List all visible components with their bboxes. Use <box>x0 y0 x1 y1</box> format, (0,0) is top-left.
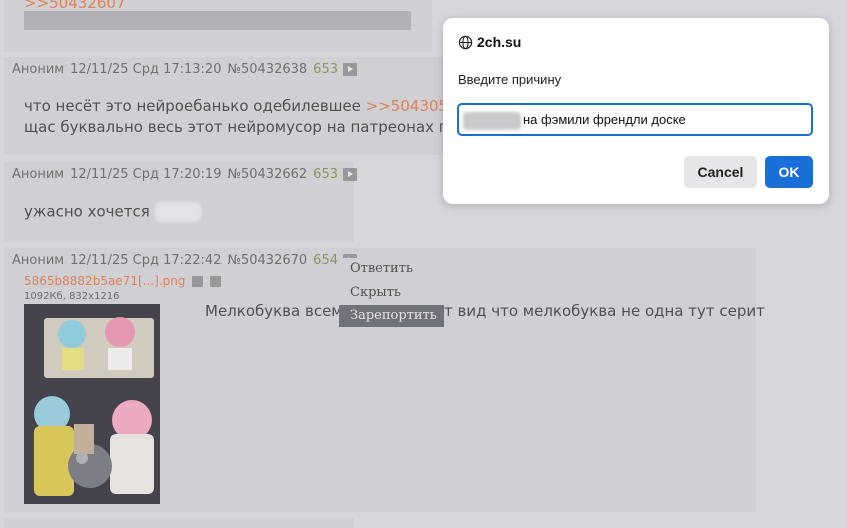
reason-input-value: на фэмили френдли доске <box>523 112 686 127</box>
report-prompt-dialog: 2ch.su Введите причину на фэмили френдли… <box>443 18 829 204</box>
dialog-message: Введите причину <box>458 72 562 87</box>
dialog-origin: 2ch.su <box>458 34 521 50</box>
thread-page: >>50432607 Аноним 12/11/25 Срд 17:13:20 … <box>0 0 847 528</box>
cancel-button[interactable]: Cancel <box>684 156 757 188</box>
reason-input[interactable]: на фэмили френдли доске <box>457 103 813 136</box>
ok-button[interactable]: OK <box>765 156 813 188</box>
dialog-origin-label: 2ch.su <box>477 34 522 50</box>
censored-word <box>463 111 521 130</box>
globe-icon <box>458 35 473 49</box>
